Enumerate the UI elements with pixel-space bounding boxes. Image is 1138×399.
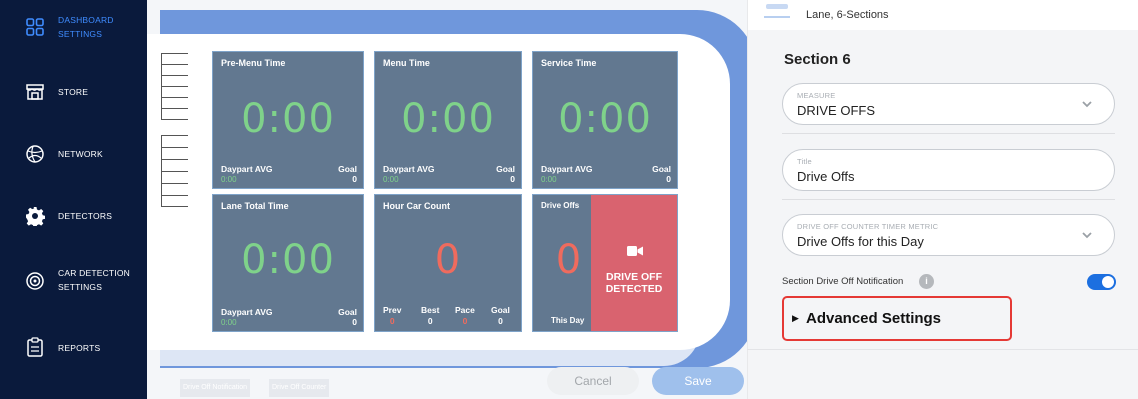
settings-panel: Lane, 6-Sections Section 6 MEASURE DRIVE… (747, 0, 1138, 399)
advanced-settings-label: Advanced Settings (806, 310, 942, 327)
metric-label: DRIVE OFF COUNTER TIMER METRIC (797, 222, 939, 231)
daypart-avg-label: Daypart AVG (383, 164, 435, 174)
tile-value: 0:00 (241, 237, 335, 283)
sidebar-item-label: REPORTS (58, 343, 101, 353)
detection-target-icon (24, 270, 46, 292)
sidebar-item-car-detection-settings[interactable]: CAR DETECTION SETTINGS (0, 266, 147, 296)
tile-value: 0:00 (241, 96, 335, 142)
clipboard-icon (24, 336, 46, 358)
goal-value: 0 (352, 174, 357, 184)
measure-label: MEASURE (797, 91, 836, 100)
sidebar-item-store[interactable]: STORE (0, 80, 147, 104)
sidebar-item-reports[interactable]: REPORTS (0, 336, 147, 360)
drive-off-notification-label: Section Drive Off Notification (782, 276, 904, 287)
chevron-down-icon (1080, 228, 1094, 242)
chip-drive-off-counter[interactable]: Drive Off Counter (269, 379, 330, 397)
sidebar-item-label: CAR DETECTION SETTINGS (58, 268, 131, 292)
measure-value: DRIVE OFFS (797, 103, 876, 118)
divider (782, 199, 1115, 200)
metric-value: Drive Offs for this Day (797, 234, 924, 249)
goal-label: Goal (338, 164, 357, 174)
layout-selector[interactable]: Lane, 6-Sections (748, 0, 1138, 30)
chevron-down-icon (1080, 97, 1094, 111)
daypart-avg-value: 0:00 (383, 175, 399, 184)
dashboard-preview: Pre-Menu Time 0:00 Daypart AVG 0:00 Goal… (147, 0, 747, 399)
this-day-caption: This Day (551, 316, 585, 325)
sidebar: DASHBOARD SETTINGS STORE NETWORK DETECTO… (0, 0, 147, 399)
sidebar-item-label: DASHBOARD SETTINGS (58, 15, 114, 39)
tile-menu-time[interactable]: Menu Time 0:00 Daypart AVG 0:00 Goal 0 (374, 51, 522, 189)
tile-service-time[interactable]: Service Time 0:00 Daypart AVG 0:00 Goal … (532, 51, 678, 189)
goal-label: Goal (496, 164, 515, 174)
tile-hour-car-count[interactable]: Hour Car Count 0 Prev 0 Best 0 Pace 0 Goal 0 (374, 194, 522, 332)
drive-off-alert-text: DRIVE OFF DETECTED (605, 271, 663, 295)
cancel-button[interactable]: Cancel (547, 367, 639, 395)
chip-drive-off-notification[interactable]: Drive Off Notification (180, 379, 251, 397)
daypart-avg-label: Daypart AVG (221, 307, 273, 317)
dashboard-grid-icon (24, 16, 46, 38)
goal-value: 0 (510, 174, 515, 184)
tile-pre-menu-time[interactable]: Pre-Menu Time 0:00 Daypart AVG 0:00 Goal… (212, 51, 364, 189)
goal-label: Goal (338, 307, 357, 317)
sidebar-item-detectors[interactable]: DETECTORS (0, 204, 147, 228)
advanced-settings-toggle[interactable]: ▶ Advanced Settings (782, 296, 1012, 341)
stat-prev: Prev 0 (383, 305, 402, 326)
gear-icon (24, 205, 46, 227)
stat-pace: Pace 0 (455, 305, 475, 326)
tile-title: Drive Offs (541, 201, 580, 210)
divider (782, 133, 1115, 134)
sidebar-item-network[interactable]: NETWORK (0, 142, 147, 166)
daypart-avg-value: 0:00 (221, 175, 237, 184)
sidebar-item-label: DETECTORS (58, 211, 113, 221)
daypart-avg-value: 0:00 (541, 175, 557, 184)
stat-goal: Goal 0 (491, 305, 510, 326)
goal-value: 0 (352, 317, 357, 327)
panel-bottom-divider (747, 349, 1138, 350)
caret-right-icon: ▶ (792, 313, 799, 323)
sidebar-item-dashboard-settings[interactable]: DASHBOARD SETTINGS (0, 10, 147, 44)
goal-value: 0 (666, 174, 671, 184)
sidebar-item-label: NETWORK (58, 149, 103, 159)
stat-best: Best 0 (421, 305, 440, 326)
layout-label: Lane, 6-Sections (806, 9, 889, 21)
goal-label: Goal (652, 164, 671, 174)
tile-value: 0 (434, 237, 462, 283)
video-camera-icon (627, 243, 643, 261)
tile-lane-total-time[interactable]: Lane Total Time 0:00 Daypart AVG 0:00 Go… (212, 194, 364, 332)
section-title: Section 6 (784, 51, 851, 68)
tile-title: Menu Time (383, 58, 430, 68)
title-field-label: Title (797, 157, 812, 166)
daypart-avg-label: Daypart AVG (541, 164, 593, 174)
measure-select[interactable]: MEASURE DRIVE OFFS (782, 83, 1115, 125)
save-button[interactable]: Save (652, 367, 744, 395)
tile-title: Lane Total Time (221, 201, 289, 211)
tile-drive-offs[interactable]: Drive Offs 0 This Day DRIVE OFF DETECTED (532, 194, 678, 332)
tile-title: Pre-Menu Time (221, 58, 286, 68)
drive-off-alert: DRIVE OFF DETECTED (591, 195, 677, 331)
daypart-avg-value: 0:00 (221, 318, 237, 327)
sidebar-item-label: STORE (58, 87, 89, 97)
drive-off-notification-toggle[interactable] (1087, 274, 1116, 290)
toggle-knob (1102, 276, 1114, 288)
tile-value: 0:00 (401, 96, 495, 142)
info-icon[interactable]: i (919, 274, 934, 289)
network-globe-icon (24, 143, 46, 165)
title-field-value: Drive Offs (797, 169, 855, 184)
tile-title: Hour Car Count (383, 201, 450, 211)
tile-value: 0:00 (558, 96, 652, 142)
layout-thumbnail (764, 4, 790, 18)
drive-off-metric-select[interactable]: DRIVE OFF COUNTER TIMER METRIC Drive Off… (782, 214, 1115, 256)
title-field[interactable]: Title Drive Offs (782, 149, 1115, 191)
tile-title: Service Time (541, 58, 597, 68)
store-icon (24, 81, 46, 103)
daypart-avg-label: Daypart AVG (221, 164, 273, 174)
